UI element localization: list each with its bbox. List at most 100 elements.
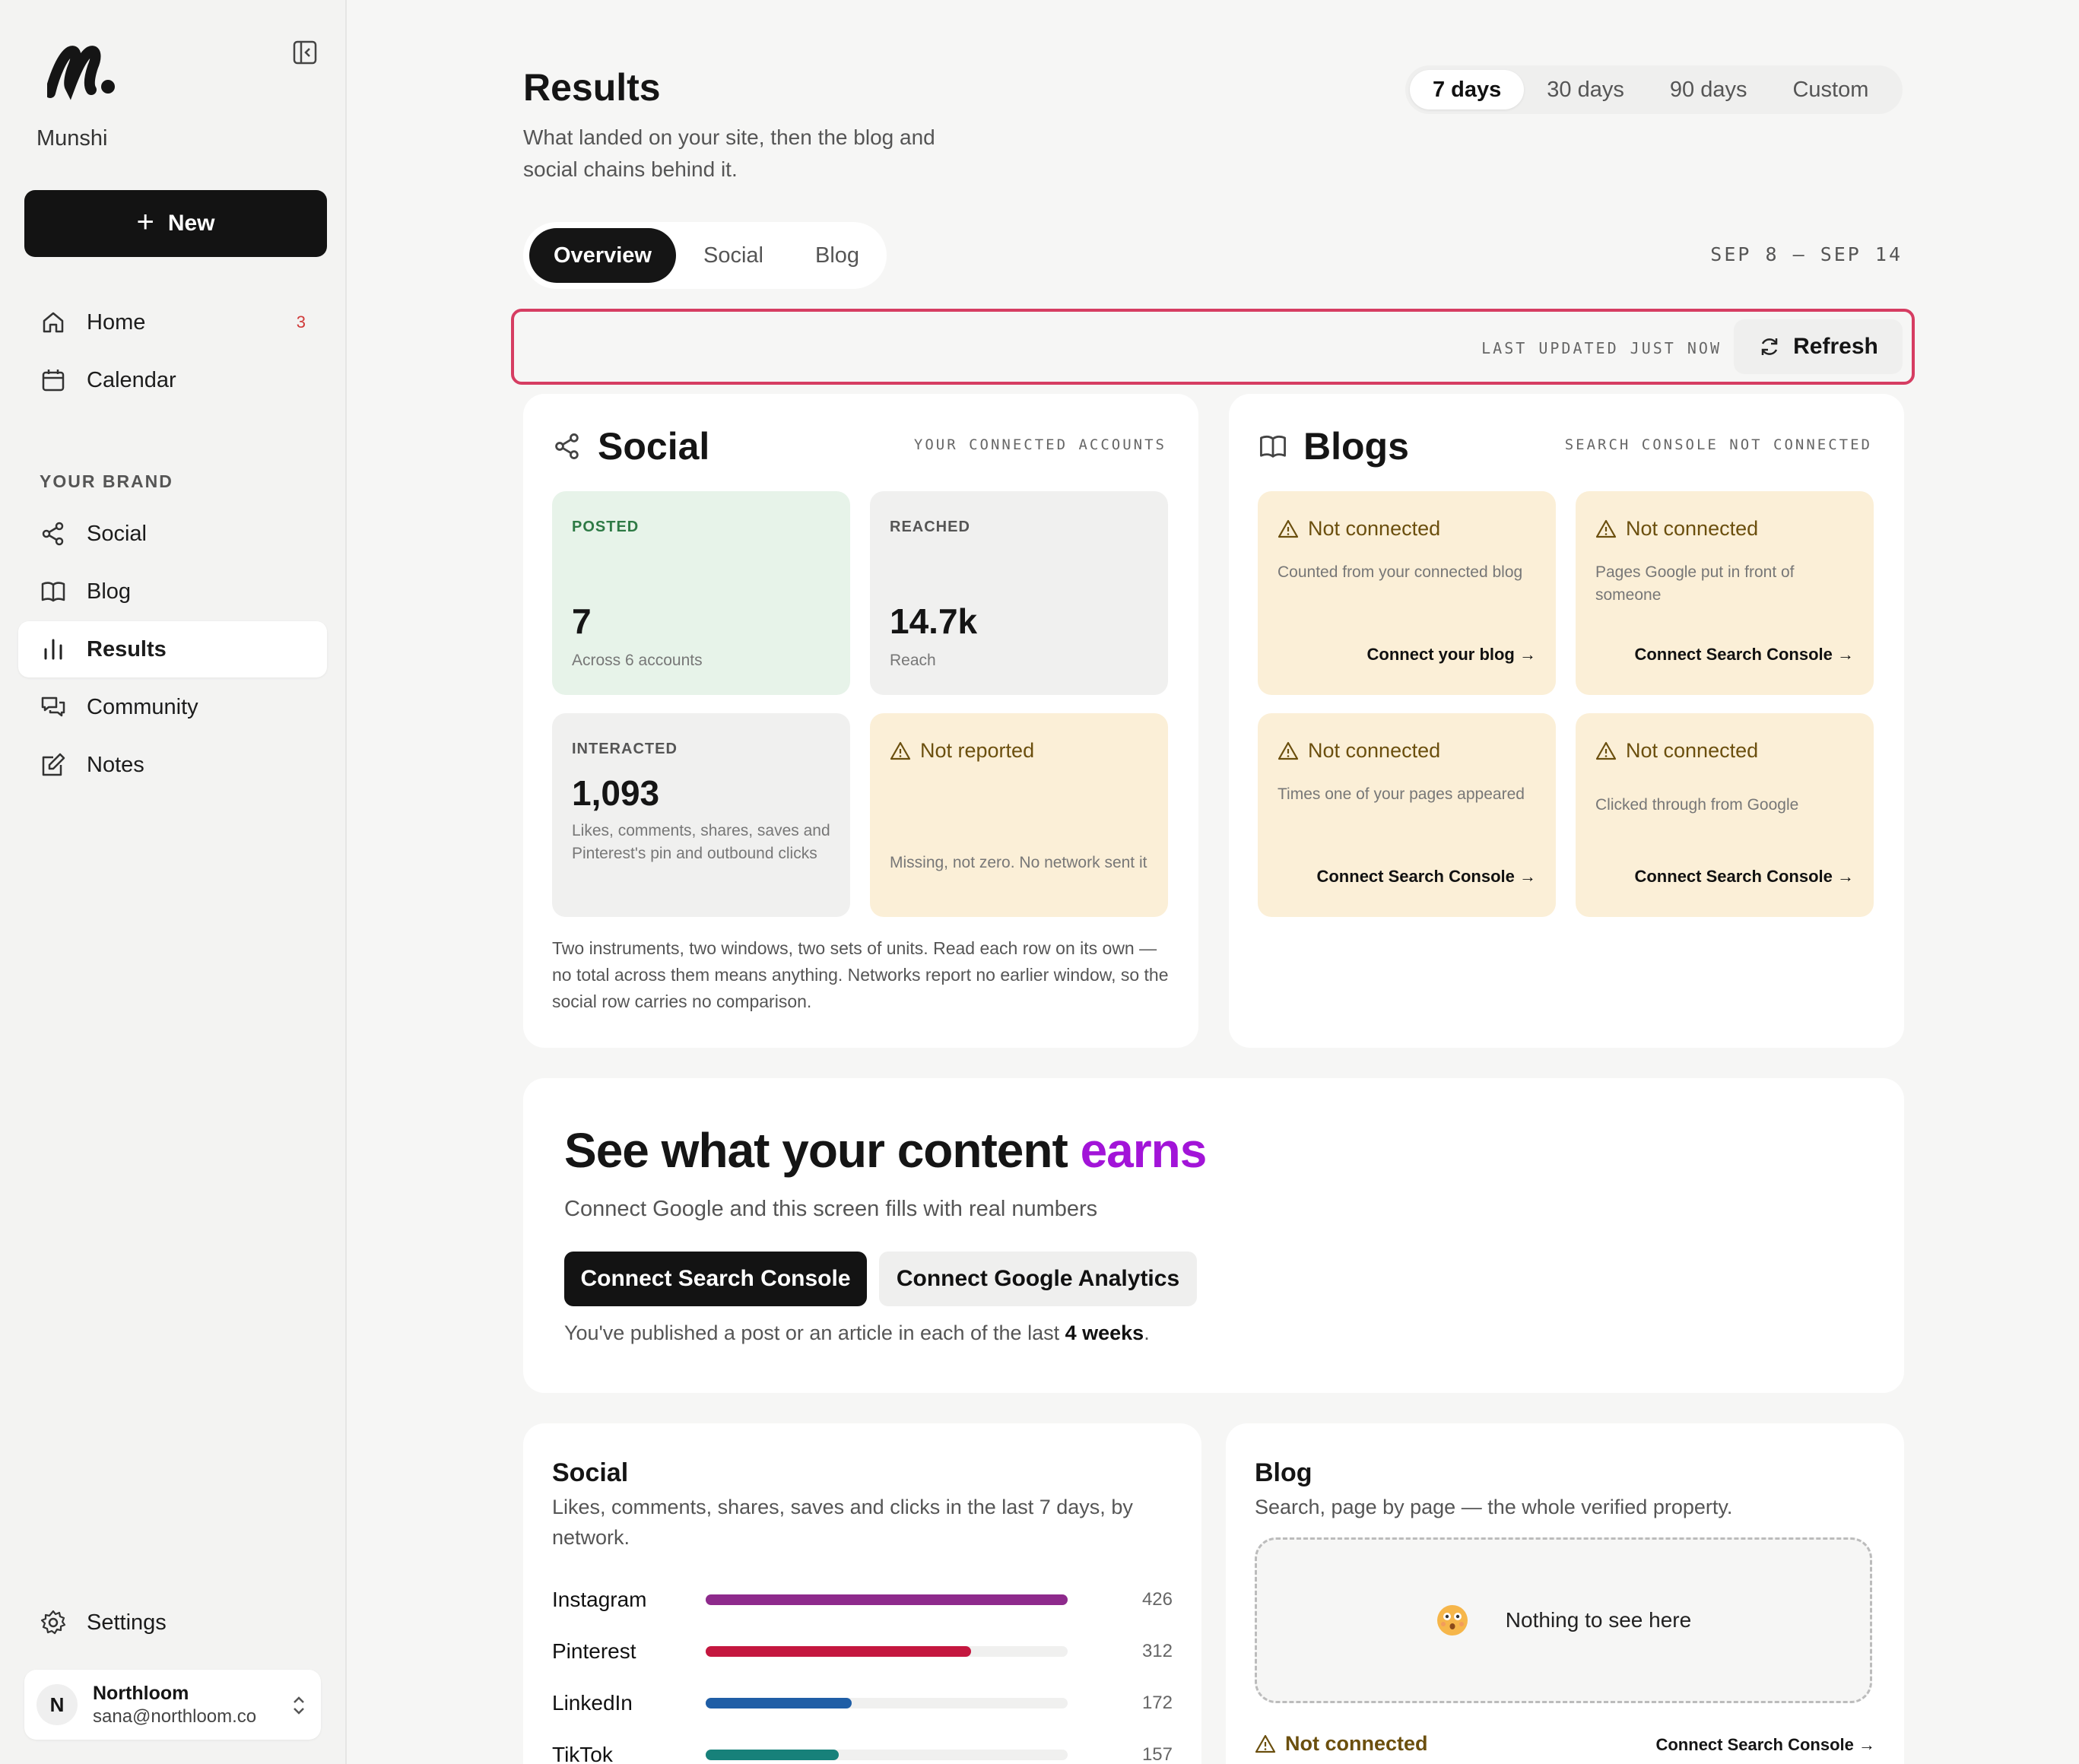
refresh-button[interactable]: Refresh (1734, 319, 1903, 374)
reached-label: REACHED (890, 519, 970, 535)
tab-social[interactable]: Social (679, 228, 788, 283)
range-tab-30-days[interactable]: 30 days (1524, 70, 1647, 109)
network-name: Instagram (552, 1588, 647, 1611)
tile-caption: Times one of your pages appeared (1278, 785, 1525, 803)
blog-pages-tile: Not connected Pages Google put in front … (1576, 491, 1874, 695)
date-range-selector: 7 days 30 days 90 days Custom (1405, 65, 1903, 114)
network-value: 426 (1141, 1589, 1173, 1610)
blog-not-connected: Not connected (1255, 1732, 1428, 1756)
social-breakdown-card: Social Likes, comments, shares, saves an… (523, 1423, 1201, 1764)
range-tab-90-days[interactable]: 90 days (1647, 70, 1770, 109)
social-breakdown-subtitle: Likes, comments, shares, saves and click… (552, 1496, 1133, 1549)
cta-title-main: See what your content (564, 1123, 1068, 1178)
sidebar-item-label: Notes (87, 752, 144, 777)
munshi-logo[interactable] (47, 44, 117, 100)
warning-icon (1595, 741, 1617, 760)
home-icon (43, 312, 64, 333)
bar-track (706, 1698, 1068, 1708)
not-reported-title: Not reported (890, 739, 1034, 763)
warning-icon (1278, 741, 1299, 760)
not-connected-text: Not connected (1626, 517, 1759, 540)
connect-google-analytics-button[interactable]: Connect Google Analytics (879, 1252, 1197, 1306)
sidebar-item-calendar[interactable]: Calendar (18, 352, 327, 408)
sidebar-item-label: Blog (87, 579, 132, 604)
network-bar-row: Pinterest 312 (552, 1636, 1173, 1667)
posted-tile: POSTED 7 Across 6 accounts (552, 491, 850, 695)
blogs-summary-card: Blogs SEARCH CONSOLE NOT CONNECTED Not c… (1229, 394, 1904, 1048)
streak-weeks: 4 weeks (1065, 1321, 1144, 1344)
connect-search-console-link[interactable]: Connect Search Console → (1634, 645, 1854, 665)
new-button[interactable]: + New (24, 190, 327, 257)
page-title: Results (523, 66, 661, 109)
sidebar-item-settings[interactable]: Settings (18, 1594, 327, 1651)
network-name: LinkedIn (552, 1691, 633, 1715)
connect-blog-link[interactable]: Connect your blog → (1367, 645, 1536, 665)
not-reported-tile: Not reported Missing, not zero. No netwo… (870, 713, 1168, 917)
connect-search-console-link[interactable]: Connect Search Console → (1655, 1735, 1875, 1755)
tab-blog[interactable]: Blog (791, 228, 884, 283)
blogs-card-title: Blogs (1258, 424, 1409, 468)
blogs-card-meta: SEARCH CONSOLE NOT CONNECTED (1564, 436, 1872, 453)
sidebar-item-notes[interactable]: Notes (18, 737, 327, 793)
sidebar-item-home[interactable]: Home 3 (18, 294, 327, 351)
blog-impressions-tile: Not connected Times one of your pages ap… (1258, 713, 1556, 917)
blogs-card-title-text: Blogs (1303, 425, 1409, 468)
interacted-label: INTERACTED (572, 741, 678, 757)
refresh-label: Refresh (1793, 334, 1878, 359)
social-summary-card: Social YOUR CONNECTED ACCOUNTS POSTED 7 … (523, 394, 1198, 1048)
social-footnote: Two instruments, two windows, two sets o… (552, 938, 1169, 1011)
interacted-tile: INTERACTED 1,093 Likes, comments, shares… (552, 713, 850, 917)
section-label-your-brand: YOUR BRAND (40, 471, 173, 491)
sidebar: Munshi + New Home 3 Calendar YOUR BRAND … (0, 0, 347, 1764)
reached-caption: Reach (890, 652, 936, 669)
network-value: 172 (1141, 1693, 1173, 1713)
gear-icon (40, 1610, 66, 1635)
date-range-label: SEP 8 – SEP 14 (1710, 243, 1903, 265)
not-connected-text: Not connected (1308, 517, 1441, 540)
user-email: sana@northloom.co (93, 1705, 257, 1727)
social-breakdown-title: Social (552, 1458, 629, 1487)
sidebar-item-results[interactable]: Results (18, 621, 327, 677)
network-name: TikTok (552, 1743, 613, 1764)
refresh-bar: LAST UPDATED JUST NOW Refresh (511, 309, 1915, 385)
posted-label: POSTED (572, 519, 640, 535)
network-value: 312 (1141, 1641, 1173, 1661)
account-switcher[interactable]: N Northloom sana@northloom.co (24, 1670, 321, 1740)
edit-note-icon (42, 753, 65, 776)
sidebar-item-label: Home (87, 309, 146, 335)
book-icon (1260, 435, 1286, 458)
range-tab-7-days[interactable]: 7 days (1410, 70, 1525, 109)
bar-fill (706, 1698, 852, 1708)
streak-prefix: You've published a post or an article in… (564, 1321, 1060, 1344)
network-bar-row: Instagram 426 (552, 1585, 1173, 1615)
share-icon (555, 433, 579, 459)
sidebar-item-label: Social (87, 521, 147, 546)
connect-search-console-link[interactable]: Connect Search Console → (1316, 867, 1536, 887)
blog-breakdown-subtitle: Search, page by page — the whole verifie… (1255, 1496, 1733, 1518)
sidebar-item-social[interactable]: Social (18, 506, 327, 562)
connect-search-console-link[interactable]: Connect Search Console → (1634, 867, 1854, 887)
blog-clicks-tile: Not connected Clicked through from Googl… (1576, 713, 1874, 917)
reached-tile: REACHED 14.7k Reach (870, 491, 1168, 695)
not-reported-text: Not reported (920, 739, 1035, 762)
interacted-value: 1,093 (572, 773, 660, 813)
warning-icon (1595, 519, 1617, 538)
social-card-meta: YOUR CONNECTED ACCOUNTS (913, 436, 1166, 453)
bar-chart-icon (44, 639, 62, 660)
refresh-icon (1761, 338, 1778, 355)
social-card-title-text: Social (598, 425, 710, 468)
shocked-face-icon (1436, 1605, 1468, 1636)
connect-search-console-button[interactable]: Connect Search Console (564, 1252, 867, 1306)
sidebar-item-blog[interactable]: Blog (18, 563, 327, 620)
sidebar-item-community[interactable]: Community (18, 679, 327, 735)
new-button-label: New (167, 211, 215, 236)
sidebar-collapse-icon[interactable] (292, 40, 318, 65)
user-name: Northloom (93, 1682, 189, 1704)
not-connected-title: Not connected (1595, 517, 1758, 541)
range-tab-custom[interactable]: Custom (1770, 70, 1891, 109)
tile-caption: Clicked through from Google (1595, 796, 1799, 814)
social-card-title: Social (552, 424, 709, 468)
last-updated-label: LAST UPDATED JUST NOW (1481, 339, 1722, 357)
tab-overview[interactable]: Overview (529, 228, 676, 283)
not-connected-title: Not connected (1278, 739, 1440, 763)
